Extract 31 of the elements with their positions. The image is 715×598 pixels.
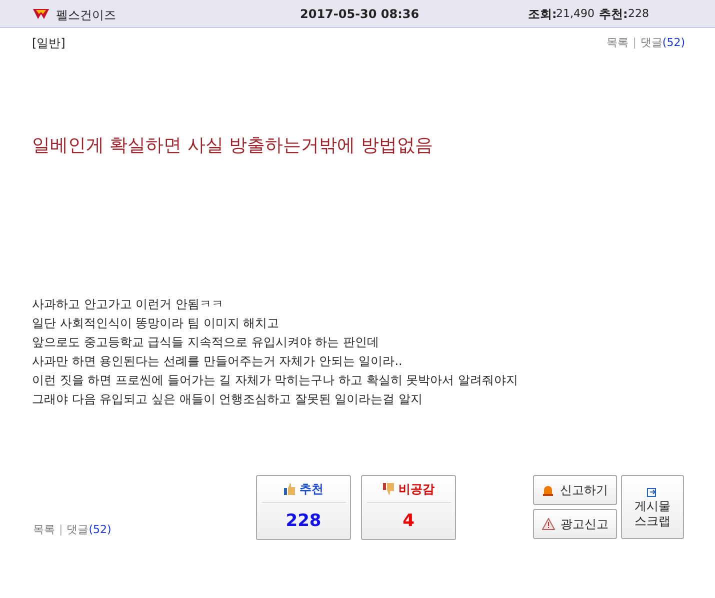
post-datetime: 2017-05-30 08:36 [300, 6, 420, 23]
body-text: 사과하고 안고가고 이런거 안됨ㅋㅋ [32, 296, 224, 313]
views-count: 21,490 [556, 6, 594, 22]
body-text: 일단 사회적인식이 똥망이라 팀 이미지 해치고 [32, 315, 280, 332]
separator: | [632, 34, 636, 51]
views-label: 조회: [528, 6, 557, 23]
siren-icon [542, 484, 554, 496]
post-title: 일베인게 확실하면 사실 방출하는거밖에 방법없음 [32, 134, 434, 158]
body-text: 사과만 하면 용인된다는 선례를 만들어주는거 자체가 안되는 일이라.. [32, 353, 404, 370]
thumbs-up-icon [284, 483, 296, 495]
thumbs-down-icon [382, 483, 394, 495]
body-text: 앞으로도 중고등학교 급식들 지속적으로 유입시켜야 하는 판인데 [32, 334, 380, 351]
scrap-icon [647, 486, 658, 496]
comments-link[interactable]: 댓글(52) [66, 522, 112, 538]
comments-link[interactable]: 댓글(52) [640, 34, 685, 52]
body-text: 이런 짓을 하면 프로씬에 들어가는 길 자체가 막히는구나 하고 확실히 못박아서 알려줘야지 [32, 372, 519, 389]
category-tag: [일반] [32, 34, 66, 52]
list-link[interactable]: 목록 [33, 522, 55, 538]
team-logo-icon [33, 8, 49, 20]
warning-icon [542, 518, 554, 530]
body-text: 그래야 다음 유입되고 싶은 애들이 언행조심하고 잘못된 일이라는걸 알지 [32, 391, 424, 408]
scrap-button[interactable]: 게시물 스크랩 [621, 475, 684, 539]
ad-report-button[interactable]: 광고신고 [533, 509, 617, 539]
separator: | [59, 522, 63, 538]
recommend-label: 추천: [599, 6, 628, 23]
dislike-button[interactable]: 비공감 4 [361, 475, 456, 540]
recommend-button[interactable]: 추천 228 [256, 475, 351, 540]
report-button[interactable]: 신고하기 [533, 475, 617, 505]
author-name[interactable]: 펠스건이즈 [56, 6, 116, 24]
list-link[interactable]: 목록 [606, 34, 629, 52]
recommend-count: 228 [628, 6, 649, 22]
